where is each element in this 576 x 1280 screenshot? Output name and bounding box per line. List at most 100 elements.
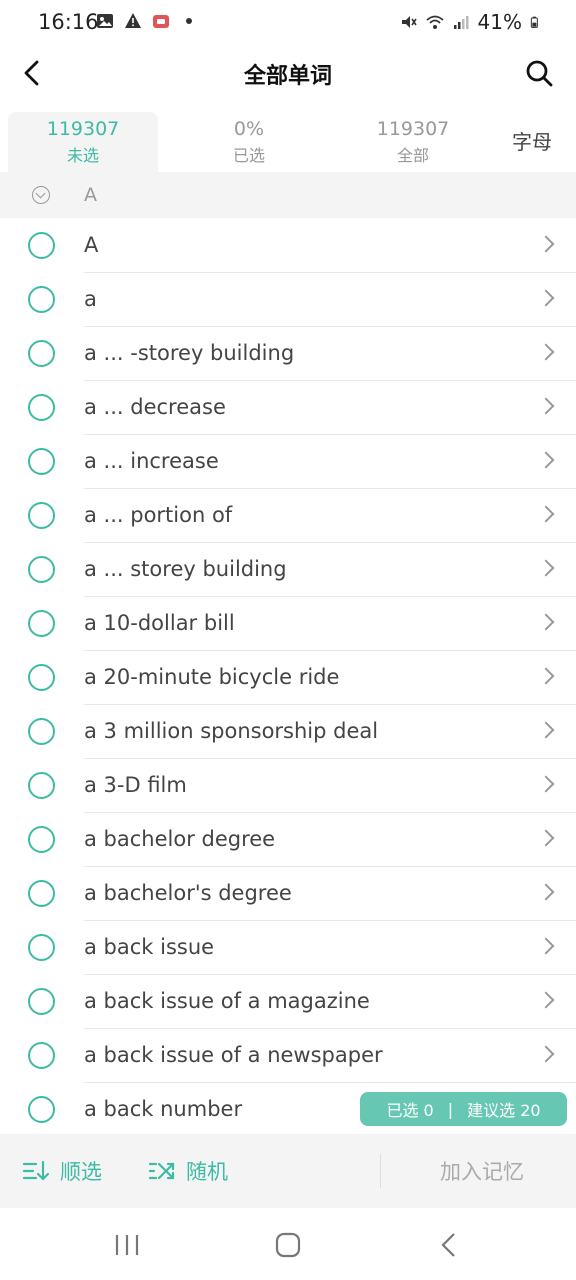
tab-number: 119307 [46,118,120,140]
chevron-right-icon [537,721,555,739]
image-icon [97,14,113,28]
battery-icon [530,16,538,28]
list-item[interactable]: a [0,273,576,327]
tab-label: 全部 [396,146,429,165]
sequential-select-button[interactable]: 顺选 [22,1156,102,1186]
list-item[interactable]: a bachelor's degree [0,867,576,921]
chevron-right-icon [537,937,555,955]
list-item[interactable]: a ... decrease [0,381,576,435]
tab-unselected[interactable]: 119307 未选 [8,112,158,172]
list-item[interactable]: a 3-D film [0,759,576,813]
word-text: a [84,287,97,311]
title-bar: 全部单词 [0,46,576,100]
system-nav-bar [0,1208,576,1280]
tab-number: 0% [233,118,265,140]
select-radio[interactable] [28,826,55,853]
select-radio[interactable] [28,1096,55,1123]
word-text: a back issue [84,935,215,959]
list-item[interactable]: a ... -storey building [0,327,576,381]
select-radio[interactable] [28,664,55,691]
chevron-right-icon [537,559,555,577]
chevron-right-icon [537,397,555,415]
add-to-memory-button[interactable]: 加入记忆 [440,1156,524,1186]
select-radio[interactable] [28,286,55,313]
select-radio[interactable] [28,394,55,421]
toolbar-divider [380,1154,381,1188]
select-radio[interactable] [28,556,55,583]
select-radio[interactable] [28,988,55,1015]
select-radio[interactable] [28,880,55,907]
select-radio[interactable] [28,232,55,259]
back-icon[interactable] [432,1228,466,1262]
word-text: a back number [84,1097,243,1121]
tab-letter-sort[interactable]: 字母 [512,126,552,155]
select-radio[interactable] [28,718,55,745]
tab-all[interactable]: 119307 全部 [338,112,488,172]
section-label: A [84,184,97,206]
recent-apps-icon[interactable] [110,1228,144,1262]
list-item[interactable]: a back issue [0,921,576,975]
select-radio[interactable] [28,502,55,529]
word-text: a 20-minute bicycle ride [84,665,340,689]
chevron-right-icon [537,1045,555,1063]
tab-selected[interactable]: 0% 已选 [174,112,324,172]
shuffle-icon [148,1162,175,1180]
list-item[interactable]: a bachelor degree [0,813,576,867]
collapse-icon[interactable] [32,186,50,204]
selected-count: 已选 0 [386,1101,434,1120]
word-text: a 3-D film [84,773,187,797]
chevron-right-icon [537,775,555,793]
random-select-button[interactable]: 随机 [148,1156,228,1186]
list-item[interactable]: a back issue of a magazine [0,975,576,1029]
list-item[interactable]: a 3 million sponsorship deal [0,705,576,759]
list-item[interactable]: a 10-dollar bill [0,597,576,651]
stat-tabs: 119307 未选 0% 已选 119307 全部 字母 [0,108,576,172]
app-notification-icon [153,15,169,28]
select-radio[interactable] [28,1042,55,1069]
chevron-right-icon [537,505,555,523]
word-text: A [84,233,99,257]
page-title: 全部单词 [243,64,332,89]
list-item[interactable]: a ... portion of [0,489,576,543]
list-item[interactable]: a 20-minute bicycle ride [0,651,576,705]
select-radio[interactable] [28,934,55,961]
tab-label: 未选 [66,146,99,165]
chevron-right-icon [537,235,555,253]
sequential-label: 顺选 [60,1160,102,1184]
select-radio[interactable] [28,448,55,475]
word-text: a 10-dollar bill [84,611,235,635]
word-text: a ... portion of [84,503,233,527]
suggested-count: 建议选 20 [467,1101,541,1120]
battery-percent: 41% [477,10,522,34]
word-text: a back issue of a magazine [84,989,370,1013]
dot-icon [186,18,192,24]
wifi-icon [425,15,444,29]
status-bar: 16:16 41% [0,0,576,46]
word-text: a 3 million sponsorship deal [84,719,379,743]
word-text: a bachelor's degree [84,881,292,905]
word-list: A a a ... -storey building a ... decreas… [0,219,576,1137]
random-label: 随机 [186,1160,228,1184]
signal-icon [453,16,469,29]
search-icon[interactable] [524,58,554,88]
list-item[interactable]: a back issue of a newspaper [0,1029,576,1083]
chevron-right-icon [537,829,555,847]
word-text: a ... -storey building [84,341,295,365]
list-item[interactable]: a ... storey building [0,543,576,597]
tab-label: 已选 [232,146,265,165]
home-icon[interactable] [271,1228,305,1262]
list-item[interactable]: A [0,219,576,273]
word-text: a back issue of a newspaper [84,1043,383,1067]
sort-down-icon [22,1160,50,1181]
warning-icon [125,13,141,28]
selection-status-pill[interactable]: 已选 0 | 建议选 20 [360,1092,567,1126]
list-item[interactable]: a ... increase [0,435,576,489]
chevron-right-icon [537,613,555,631]
word-text: a bachelor degree [84,827,276,851]
select-radio[interactable] [28,772,55,799]
select-radio[interactable] [28,340,55,367]
section-header[interactable]: A [0,172,576,218]
pill-separator: | [447,1099,454,1119]
tab-number: 119307 [376,118,450,140]
select-radio[interactable] [28,610,55,637]
